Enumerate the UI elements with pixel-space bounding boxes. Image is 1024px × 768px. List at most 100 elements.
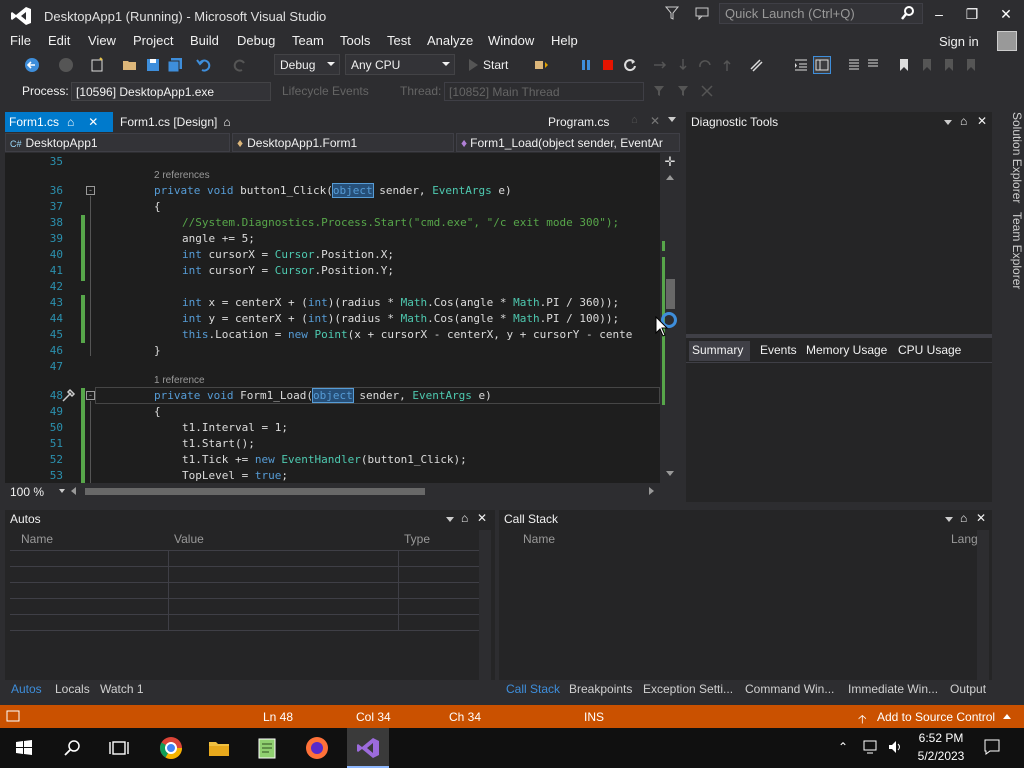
quick-actions-brush-icon[interactable] <box>60 388 76 404</box>
show-next-statement-icon[interactable] <box>652 57 668 73</box>
menu-edit[interactable]: Edit <box>48 33 70 48</box>
step-over-icon[interactable] <box>697 57 713 73</box>
comment-icon[interactable] <box>845 57 861 73</box>
tab-program-cs[interactable]: Program.cs <box>544 112 614 132</box>
solution-configuration-dropdown[interactable]: Debug <box>274 54 340 75</box>
windows-start-icon[interactable] <box>9 733 39 763</box>
collapse-icon[interactable]: - <box>86 391 95 400</box>
horizontal-scroll-thumb[interactable] <box>85 488 425 495</box>
vertical-scrollbar[interactable] <box>479 530 491 680</box>
menu-test[interactable]: Test <box>387 33 411 48</box>
pause-icon[interactable] <box>578 57 594 73</box>
close-tab-icon[interactable]: ✕ <box>88 115 98 129</box>
thread-dropdown[interactable]: [10852] Main Thread <box>444 82 644 101</box>
pin-icon[interactable]: ⌂ <box>960 114 967 128</box>
stack-frame-icon[interactable] <box>676 84 690 98</box>
source-control-menu-icon[interactable] <box>1003 714 1011 719</box>
show-hidden-icons-icon[interactable]: ⌃ <box>838 740 848 754</box>
pin-icon[interactable]: ⌂ <box>223 115 230 129</box>
tab-cpu-usage[interactable]: CPU Usage <box>898 343 961 357</box>
avatar[interactable] <box>997 31 1017 51</box>
close-window-icon[interactable]: ✕ <box>996 6 1016 22</box>
pin-icon[interactable]: ⌂ <box>960 511 967 525</box>
column-value[interactable]: Value <box>174 532 204 546</box>
panel-menu-icon[interactable] <box>944 120 952 125</box>
solution-platform-dropdown[interactable]: Any CPU <box>345 54 455 75</box>
restore-icon[interactable]: ❐ <box>962 6 982 22</box>
notification-filter-icon[interactable] <box>664 5 680 21</box>
tab-breakpoints[interactable]: Breakpoints <box>569 682 632 696</box>
column-name[interactable]: Name <box>21 532 53 546</box>
menu-window[interactable]: Window <box>488 33 534 48</box>
clock-date[interactable]: 5/2/2023 <box>913 749 969 763</box>
volume-icon[interactable] <box>887 739 905 755</box>
vertical-scrollbar[interactable] <box>977 530 989 680</box>
menu-view[interactable]: View <box>88 33 116 48</box>
close-tab-icon[interactable]: ✕ <box>650 114 660 128</box>
prev-bookmark-icon[interactable] <box>919 57 935 73</box>
chrome-icon[interactable] <box>156 733 186 763</box>
code-editor[interactable]: 35 36 37 38 39 40 41 42 43 44 45 46 47 4… <box>5 153 660 483</box>
process-dropdown[interactable]: [10596] DesktopApp1.exe <box>71 82 271 101</box>
feedback-icon[interactable] <box>694 5 712 21</box>
close-panel-icon[interactable]: ✕ <box>977 114 987 128</box>
uncomment-icon[interactable] <box>866 57 882 73</box>
minimize-icon[interactable]: – <box>929 6 949 22</box>
task-view-icon[interactable] <box>104 733 134 763</box>
indent-icon[interactable] <box>793 57 809 73</box>
menu-file[interactable]: File <box>10 33 31 48</box>
tab-immediate-window[interactable]: Immediate Win... <box>848 682 938 696</box>
forward-icon[interactable] <box>58 57 74 73</box>
lifecycle-events-button[interactable]: Lifecycle Events <box>282 84 369 98</box>
tab-events[interactable]: Events <box>760 343 797 357</box>
search-icon[interactable] <box>57 733 87 763</box>
split-editor-icon[interactable]: ✛ <box>663 155 677 169</box>
tab-exception-settings[interactable]: Exception Setti... <box>643 682 733 696</box>
tab-output[interactable]: Output <box>950 682 986 696</box>
zoom-dropdown-icon[interactable] <box>59 489 65 493</box>
show-threads-icon[interactable] <box>700 84 714 98</box>
scroll-up-icon[interactable] <box>666 175 674 180</box>
close-panel-icon[interactable]: ✕ <box>477 511 487 525</box>
collapse-icon[interactable]: - <box>86 186 95 195</box>
redo-icon[interactable] <box>232 57 248 73</box>
tab-memory-usage[interactable]: Memory Usage <box>806 343 887 357</box>
network-icon[interactable] <box>862 739 880 755</box>
save-all-icon[interactable] <box>167 57 183 73</box>
splitter[interactable] <box>686 334 992 338</box>
new-project-icon[interactable] <box>89 57 105 73</box>
column-name[interactable]: Name <box>523 532 555 546</box>
flag-thread-icon[interactable] <box>652 84 666 98</box>
menu-build[interactable]: Build <box>190 33 219 48</box>
menu-analyze[interactable]: Analyze <box>427 33 473 48</box>
project-nav-dropdown[interactable]: C# DesktopApp1 <box>5 133 230 152</box>
tab-autos[interactable]: Autos <box>11 682 42 696</box>
menu-help[interactable]: Help <box>551 33 578 48</box>
tab-locals[interactable]: Locals <box>55 682 90 696</box>
menu-team[interactable]: Team <box>292 33 324 48</box>
quick-launch-input[interactable]: Quick Launch (Ctrl+Q) <box>719 3 923 24</box>
tab-team-explorer[interactable]: Team Explorer <box>995 212 1024 292</box>
panel-menu-icon[interactable] <box>945 517 953 522</box>
save-icon[interactable] <box>145 57 161 73</box>
action-center-icon[interactable] <box>983 738 1001 756</box>
firefox-icon[interactable] <box>302 733 332 763</box>
menu-tools[interactable]: Tools <box>340 33 370 48</box>
pin-icon[interactable]: ⌂ <box>631 114 638 126</box>
hot-reload-icon[interactable] <box>533 57 549 73</box>
file-explorer-icon[interactable] <box>204 733 234 763</box>
start-button[interactable]: Start <box>483 58 508 72</box>
close-panel-icon[interactable]: ✕ <box>976 511 986 525</box>
search-icon[interactable] <box>900 5 916 21</box>
breakpoints-toggle-icon[interactable] <box>748 57 764 73</box>
layout-toggle-icon[interactable] <box>813 56 831 74</box>
scroll-thumb[interactable] <box>666 279 675 309</box>
clock-time[interactable]: 6:52 PM <box>913 731 969 745</box>
scroll-down-icon[interactable] <box>666 471 674 476</box>
bookmark-icon[interactable] <box>896 57 912 73</box>
step-into-icon[interactable] <box>675 57 691 73</box>
step-out-icon[interactable] <box>719 57 735 73</box>
column-type[interactable]: Type <box>404 532 430 546</box>
restart-icon[interactable] <box>622 57 638 73</box>
tab-form1-design[interactable]: Form1.cs [Design] ⌂ <box>116 112 236 132</box>
